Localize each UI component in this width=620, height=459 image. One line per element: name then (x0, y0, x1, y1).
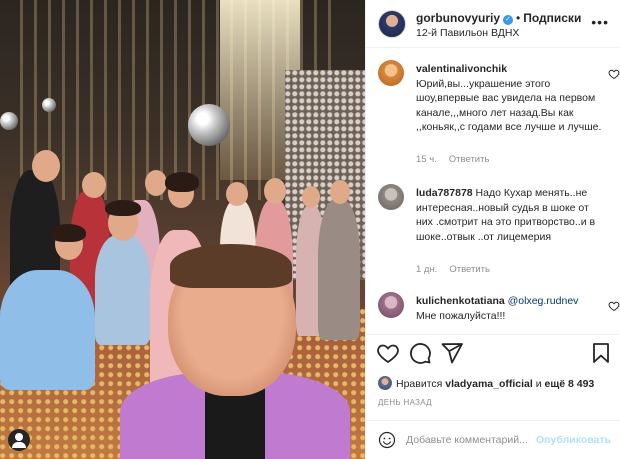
share-direct-icon[interactable] (440, 341, 464, 365)
photo-person-head (264, 178, 286, 204)
comment-time: 15 ч. (416, 154, 437, 165)
like-heart-icon[interactable] (376, 341, 400, 365)
photo-person-head (226, 182, 248, 206)
comment-body: Мне пожалуйста!!! (416, 309, 506, 322)
photo-person-hair (105, 200, 141, 216)
emoji-smile-icon[interactable] (378, 431, 396, 449)
author-username[interactable]: gorbunovyuriy (416, 11, 500, 25)
reply-button[interactable]: Ответить (449, 154, 490, 165)
comment-item: luda787878 Надо Кухар менять..не интерес… (378, 184, 614, 280)
comment-meta: 15 ч. Ответить (416, 154, 501, 165)
photo-selfie-hair (170, 244, 292, 288)
more-horizontal-icon[interactable]: ••• (591, 14, 609, 30)
author-line: gorbunovyuriy ✓ • Подписки (416, 11, 581, 25)
post-details-panel: gorbunovyuriy ✓ • Подписки 12-й Павильон ВД… (365, 0, 620, 459)
photo-person-head (302, 186, 320, 208)
photo-person (95, 235, 150, 345)
comment-text: kulichenkotatiana @olxeg.rudnev Мне пожа… (416, 294, 604, 323)
post-location[interactable]: 12-й Павильон ВДНХ (416, 27, 519, 39)
comment-avatar[interactable] (378, 184, 404, 210)
comment-meta: 1 дн. Ответить (416, 264, 502, 275)
verified-badge-icon: ✓ (503, 15, 514, 25)
publish-button[interactable]: Опубликовать (536, 434, 611, 446)
liker-username[interactable]: vladyama_official (445, 378, 533, 390)
comment-input[interactable] (406, 431, 536, 449)
comment-avatar[interactable] (378, 60, 404, 86)
save-bookmark-icon[interactable] (589, 341, 613, 365)
disco-ball (0, 112, 18, 130)
comment-username[interactable]: valentinalivonchik (416, 63, 507, 75)
photo-person-head (330, 180, 350, 204)
separator-dot: • (516, 11, 521, 25)
following-button[interactable]: Подписки (523, 11, 581, 25)
comment-time: 1 дн. (416, 264, 438, 275)
likes-summary: Нравится vladyama_official и ещё 8 493 (378, 376, 594, 390)
comment-item: kulichenkotatiana @olxeg.rudnev Мне пожа… (378, 292, 620, 328)
disco-ball (42, 98, 56, 112)
comment-item: valentinalivonchik Юрий,вы...украшение э… (378, 60, 620, 170)
likes-prefix: Нравится (396, 378, 443, 390)
likes-middle: и (535, 378, 542, 390)
photo-person (0, 270, 95, 390)
comment-username[interactable]: kulichenkotatiana (416, 295, 505, 307)
liker-avatar[interactable] (378, 376, 392, 390)
photo-person-head (145, 170, 167, 196)
comment-text: luda787878 Надо Кухар менять..не интерес… (416, 186, 604, 244)
add-comment-bar: Опубликовать (366, 420, 620, 459)
comment-mention[interactable]: @olxeg.rudnev (508, 295, 579, 307)
author-avatar[interactable] (378, 10, 406, 38)
comment-avatar[interactable] (378, 292, 404, 318)
likes-count[interactable]: ещё 8 493 (545, 378, 595, 390)
comment-username[interactable]: luda787878 (416, 187, 473, 199)
post-date[interactable]: ДЕНЬ НАЗАД (378, 398, 432, 407)
photo-person (318, 200, 360, 340)
reply-button[interactable]: Ответить (449, 264, 490, 275)
tagged-users-icon[interactable] (8, 429, 30, 451)
like-comment-heart-icon[interactable] (608, 68, 620, 80)
post-header: gorbunovyuriy ✓ • Подписки 12-й Павильон ВД… (366, 0, 620, 48)
like-comment-heart-icon[interactable] (608, 300, 620, 312)
photo-person-hair (165, 172, 199, 192)
comment-text: valentinalivonchik Юрий,вы...украшение э… (416, 62, 604, 135)
comment-body: Юрий,вы...украшение этого шоу,впервые ва… (416, 77, 602, 134)
photo-person-head (32, 150, 60, 182)
post-photo[interactable] (0, 0, 365, 459)
comment-bubble-icon[interactable] (408, 341, 432, 365)
disco-ball (188, 104, 230, 146)
photo-person-hair (50, 224, 86, 242)
photo-person-head (82, 172, 106, 198)
post-action-bar (366, 334, 620, 370)
